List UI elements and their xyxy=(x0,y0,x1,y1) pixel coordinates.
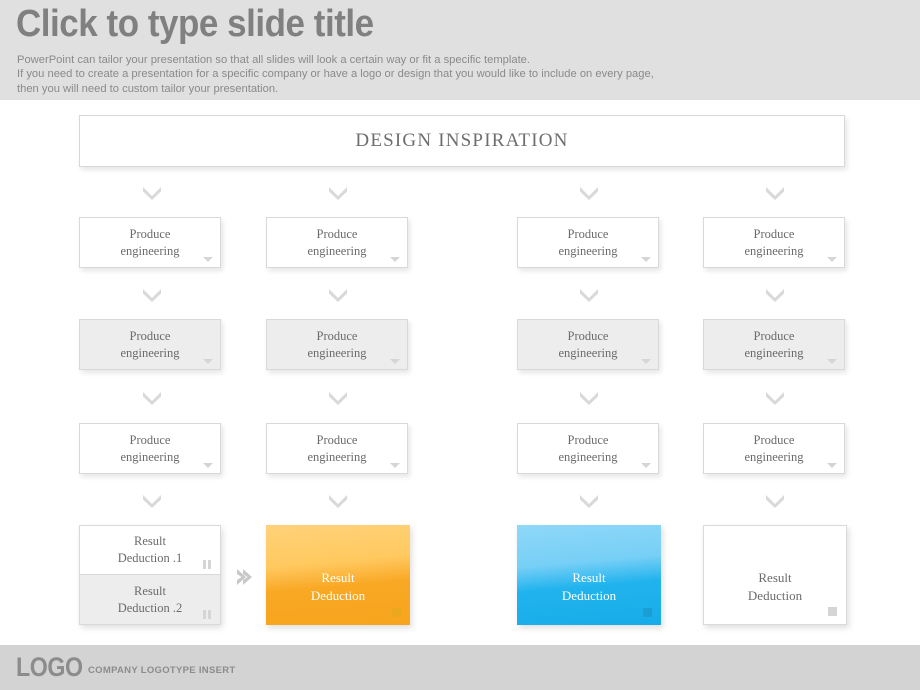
process-box-label: Produce engineering xyxy=(307,226,367,258)
chevron-down-icon xyxy=(578,286,600,302)
result-line-1: Result xyxy=(758,570,792,586)
pause-bars-icon xyxy=(203,560,212,569)
process-box[interactable]: Produce engineering xyxy=(79,423,221,474)
result-label: Result Deduction xyxy=(748,569,802,604)
process-box[interactable]: Produce engineering xyxy=(79,217,221,268)
process-box-label: Produce engineering xyxy=(744,432,804,464)
process-box-label: Produce engineering xyxy=(120,432,180,464)
chevron-down-icon xyxy=(141,389,163,405)
process-box-label: Produce engineering xyxy=(307,328,367,360)
result-line-1: Result xyxy=(134,534,166,549)
triangle-down-icon xyxy=(827,257,837,262)
result-line-2: Deduction .2 xyxy=(117,600,183,615)
square-marker-icon xyxy=(828,607,837,616)
chevron-down-icon xyxy=(327,286,349,302)
process-box-label: Produce engineering xyxy=(558,432,618,464)
result-line-1: Result xyxy=(572,570,606,586)
process-box-label: Produce engineering xyxy=(120,226,180,258)
result-box-blue[interactable]: Result Deduction xyxy=(517,525,661,625)
process-box[interactable]: Produce engineering xyxy=(517,423,659,474)
process-box-label: Produce engineering xyxy=(558,226,618,258)
triangle-down-icon xyxy=(827,463,837,468)
triangle-down-icon xyxy=(203,257,213,262)
process-box[interactable]: Produce engineering xyxy=(703,217,845,268)
process-box-label: Produce engineering xyxy=(558,328,618,360)
chevron-right-icon xyxy=(234,565,252,589)
subtitle-line-2: If you need to create a presentation for… xyxy=(17,68,654,81)
chevron-down-icon xyxy=(327,184,349,200)
triangle-down-icon xyxy=(390,359,400,364)
slide-subtitle[interactable]: PowerPoint can tailor your presentation … xyxy=(17,53,654,96)
logo-text[interactable]: LOGO xyxy=(16,652,83,683)
process-box-label: Produce engineering xyxy=(744,328,804,360)
process-box[interactable]: Produce engineering xyxy=(517,217,659,268)
process-box[interactable]: Produce engineering xyxy=(703,423,845,474)
result-line-1: Result xyxy=(321,570,355,586)
chevron-down-icon xyxy=(764,184,786,200)
result-line-2: Deduction .1 xyxy=(117,551,183,565)
slide-body: DESIGN INSPIRATION Produce engineering Pr… xyxy=(0,100,920,645)
result-label: Result Deduction xyxy=(311,569,365,604)
process-box[interactable]: Produce engineering xyxy=(266,319,408,370)
triangle-down-icon xyxy=(641,463,651,468)
triangle-down-icon xyxy=(390,463,400,468)
result-label: Result Deduction xyxy=(562,569,616,604)
logo-caption: COMPANY LOGOTYPE INSERT xyxy=(88,665,236,676)
banner-label: DESIGN INSPIRATION xyxy=(355,130,569,151)
chevron-down-icon xyxy=(578,492,600,508)
process-box[interactable]: Produce engineering xyxy=(517,319,659,370)
square-marker-icon xyxy=(643,608,652,617)
result-line-2: Deduction xyxy=(310,588,366,603)
triangle-down-icon xyxy=(203,463,213,468)
process-box[interactable]: Produce engineering xyxy=(703,319,845,370)
result-line-2: Deduction xyxy=(747,588,803,603)
chevron-down-icon xyxy=(764,389,786,405)
result-stack[interactable]: Result Deduction .1 Result Deduction .2 xyxy=(79,525,221,625)
result-deduction-1[interactable]: Result Deduction .1 xyxy=(79,525,221,575)
chevron-down-icon xyxy=(764,286,786,302)
triangle-down-icon xyxy=(641,359,651,364)
pause-bars-icon xyxy=(203,610,212,619)
page-title[interactable]: Click to type slide title xyxy=(16,2,374,47)
slide-footer: LOGO COMPANY LOGOTYPE INSERT xyxy=(0,645,920,690)
design-inspiration-banner[interactable]: DESIGN INSPIRATION xyxy=(79,115,845,167)
process-box[interactable]: Produce engineering xyxy=(266,217,408,268)
chevron-down-icon xyxy=(327,492,349,508)
process-box[interactable]: Produce engineering xyxy=(266,423,408,474)
result-label: Result Deduction .1 xyxy=(118,533,183,567)
chevron-down-icon xyxy=(764,492,786,508)
result-deduction-2[interactable]: Result Deduction .2 xyxy=(79,575,221,625)
result-line-1: Result xyxy=(134,583,166,598)
chevron-down-icon xyxy=(141,492,163,508)
result-box-orange[interactable]: Result Deduction xyxy=(266,525,410,625)
chevron-down-icon xyxy=(327,389,349,405)
chevron-down-icon xyxy=(578,389,600,405)
result-line-2: Deduction xyxy=(561,588,617,603)
subtitle-line-1: PowerPoint can tailor your presentation … xyxy=(17,54,531,66)
triangle-down-icon xyxy=(203,359,213,364)
result-box-plain[interactable]: Result Deduction xyxy=(703,525,847,625)
process-box-label: Produce engineering xyxy=(744,226,804,258)
square-marker-icon xyxy=(392,608,401,617)
slide-header: Click to type slide title PowerPoint can… xyxy=(0,0,920,100)
chevron-down-icon xyxy=(141,286,163,302)
subtitle-line-3: then you will need to custom tailor your… xyxy=(17,82,279,95)
chevron-down-icon xyxy=(578,184,600,200)
process-box-label: Produce engineering xyxy=(120,328,180,360)
process-box-label: Produce engineering xyxy=(307,432,367,464)
triangle-down-icon xyxy=(390,257,400,262)
triangle-down-icon xyxy=(827,359,837,364)
chevron-down-icon xyxy=(141,184,163,200)
triangle-down-icon xyxy=(641,257,651,262)
result-label: Result Deduction .2 xyxy=(118,583,183,617)
process-box[interactable]: Produce engineering xyxy=(79,319,221,370)
